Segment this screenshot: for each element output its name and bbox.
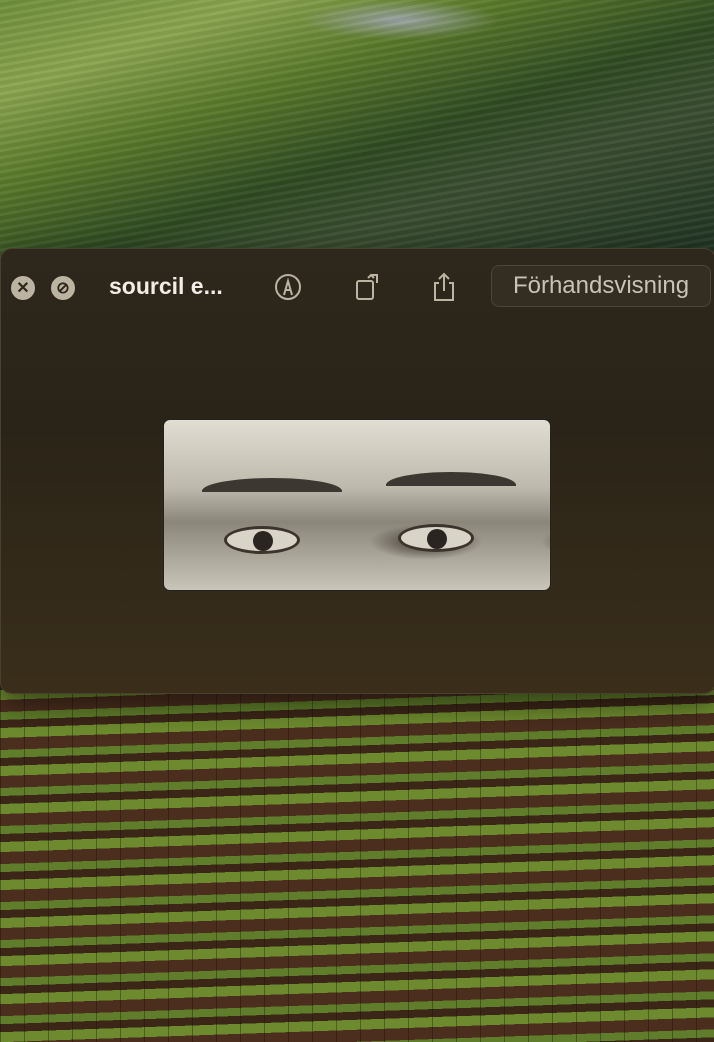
fullscreen-icon[interactable]: ⊘ xyxy=(51,276,75,300)
rotate-icon[interactable] xyxy=(353,271,385,303)
file-title: sourcil e... xyxy=(109,273,223,299)
markup-icon[interactable] xyxy=(272,271,304,303)
desktop-wallpaper-bottom xyxy=(0,690,714,1042)
desktop-wallpaper-top xyxy=(0,0,714,260)
toolbar: ✕ ⊘ sourcil e... Förhandsvisning xyxy=(1,249,714,325)
quick-look-window: ✕ ⊘ sourcil e... Förhandsvisning xyxy=(0,248,714,694)
share-icon[interactable] xyxy=(428,271,460,303)
image-preview xyxy=(163,419,551,591)
open-with-preview-button[interactable]: Förhandsvisning xyxy=(491,265,711,307)
close-icon[interactable]: ✕ xyxy=(11,276,35,300)
